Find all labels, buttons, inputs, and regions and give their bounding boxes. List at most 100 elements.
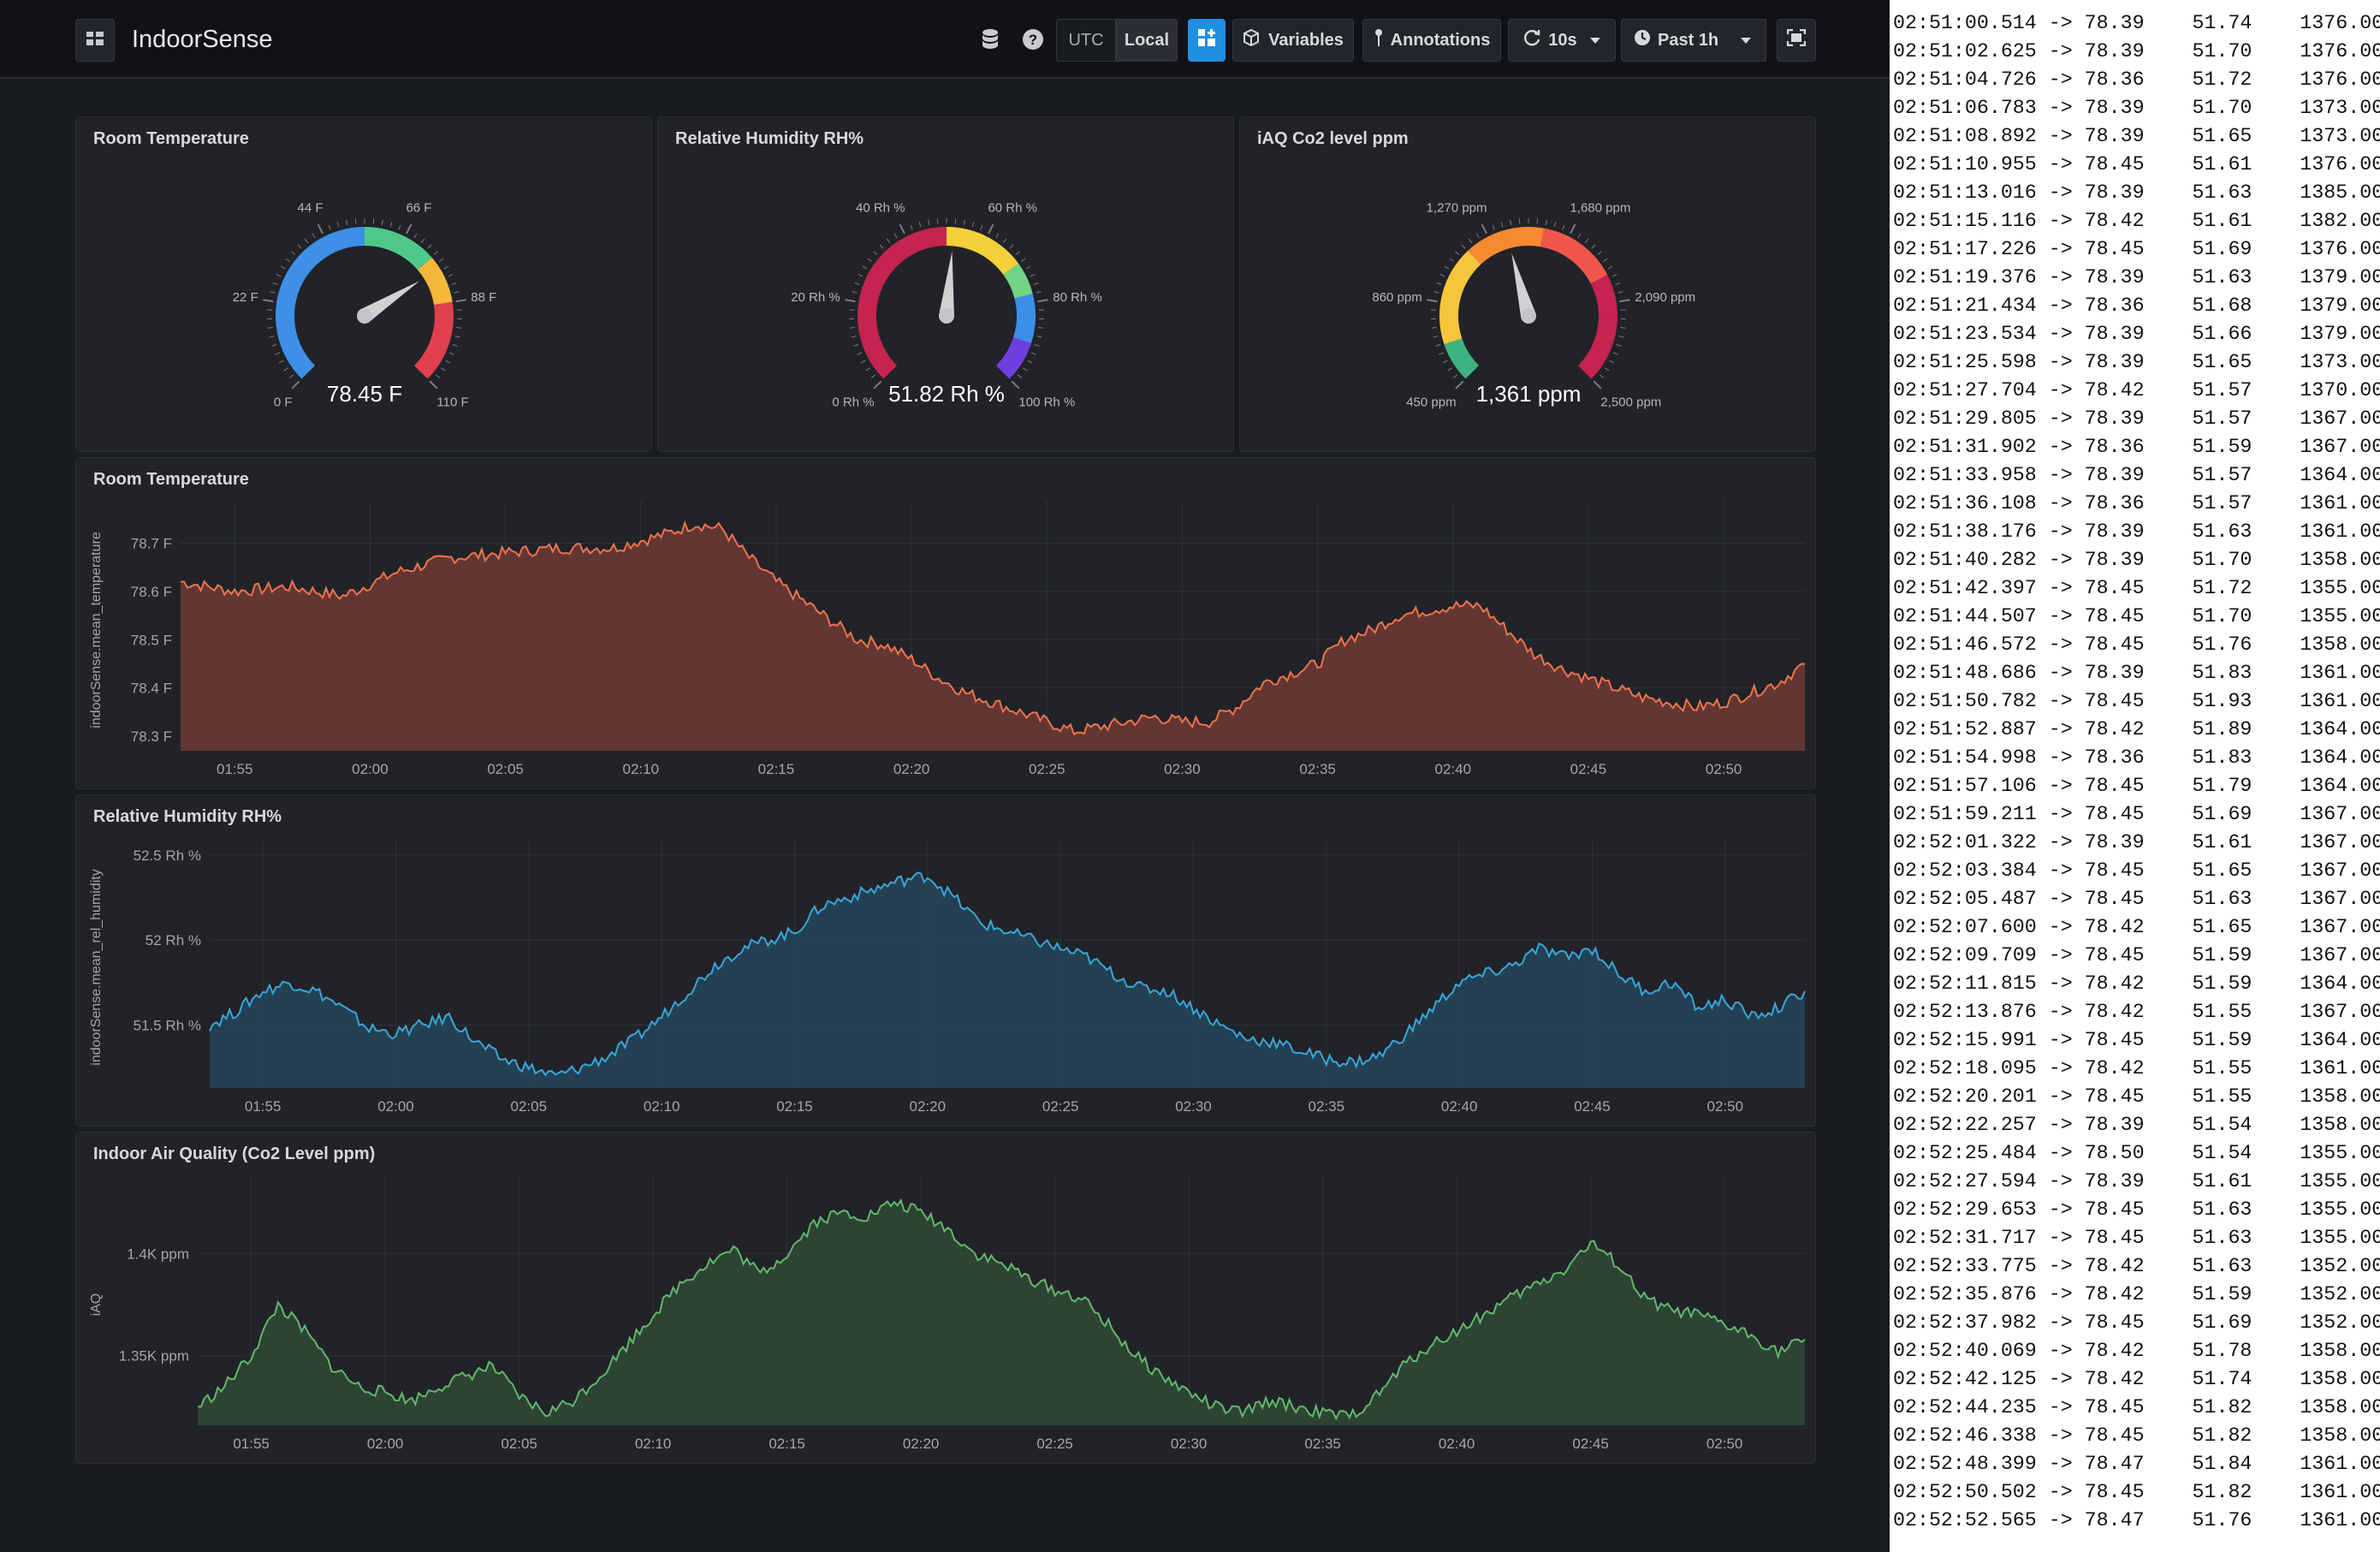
log-line: 02:52:42.125 -> 78.42 51.74 1358.00 [1893, 1368, 2380, 1390]
gauge-tick-mark [1036, 336, 1042, 338]
gauge-tick-mark [1468, 238, 1473, 243]
gauge-tick-mark [1455, 380, 1464, 389]
help-icon[interactable]: ? [1022, 28, 1044, 55]
top-navbar: IndoorSense ? UTC Local Variables Annota… [0, 0, 1890, 79]
log-line: 02:52:15.991 -> 78.45 51.59 1364.00 [1893, 1029, 2380, 1051]
x-tick-label: 02:10 [622, 761, 659, 777]
variables-button[interactable]: Variables [1232, 19, 1354, 62]
gauge-threshold-segment [1012, 294, 1036, 344]
gauge-tick-mark [435, 374, 441, 379]
local-toggle-button[interactable]: Local [1116, 19, 1178, 62]
refresh-interval-button[interactable]: 10s [1508, 19, 1616, 62]
gauge-tick-mark [865, 367, 870, 372]
gauge-tick-mark [280, 265, 286, 270]
log-line: 02:52:03.384 -> 78.45 51.65 1367.00 [1893, 859, 2380, 882]
gauge-tick-mark [1027, 360, 1033, 364]
gauge-value: 51.82 Rh % [888, 381, 1005, 407]
variables-label: Variables [1268, 30, 1344, 50]
log-line: 02:52:33.775 -> 78.42 51.63 1352.00 [1893, 1255, 2380, 1277]
humidity-gauge: 0 Rh % 20 Rh % 40 Rh % 60 Rh % 80 Rh % 100 Rh… [791, 200, 1102, 409]
gauge-tick-mark [1444, 265, 1450, 270]
utc-toggle-button[interactable]: UTC [1056, 19, 1116, 62]
log-line: 02:51:02.625 -> 78.39 51.70 1376.00 [1893, 40, 2380, 62]
gauge-tick-mark [1023, 367, 1028, 372]
x-tick-label: 02:35 [1299, 761, 1336, 777]
log-line: 02:52:29.653 -> 78.45 51.63 1355.00 [1893, 1198, 2380, 1221]
y-tick-label: 51.5 Rh % [134, 1018, 201, 1034]
x-tick-label: 02:15 [776, 1098, 813, 1115]
temperature-chart: indoorSense.mean_temperature 78.3 F 78.4 F… [89, 501, 1806, 777]
gauge-needle [1511, 253, 1536, 318]
time-range-chevron-icon [1740, 31, 1752, 51]
gauge-tick-label: 110 F [436, 395, 468, 409]
x-tick-label: 02:10 [644, 1098, 680, 1115]
gauge-tick-mark [429, 380, 438, 389]
log-line: 02:51:50.782 -> 78.45 51.93 1361.00 [1893, 690, 2380, 712]
log-line: 02:51:29.805 -> 78.39 51.57 1367.00 [1893, 407, 2380, 430]
x-tick-label: 02:30 [1164, 761, 1201, 777]
gauge-tick-mark [879, 244, 884, 249]
gauge-tick-mark [1553, 222, 1557, 228]
chevron-down-icon [1589, 31, 1601, 51]
gauge-threshold-segment [995, 337, 1031, 379]
gauge-tick-mark [285, 258, 290, 262]
log-line: 02:52:05.487 -> 78.45 51.63 1367.00 [1893, 888, 2380, 910]
gauge-tick-mark [433, 251, 438, 255]
timeseries-panel-temperature[interactable]: Room Temperature indoorSense.mean_temper… [75, 457, 1816, 789]
gauge-tick-mark [1577, 233, 1582, 239]
gauge-threshold-segment [365, 227, 432, 271]
database-icon[interactable] [981, 28, 1000, 55]
gauge-panel-humidity[interactable]: Relative Humidity RH% 0 Rh % 20 Rh % 40 Rh… [657, 116, 1234, 452]
fullscreen-button[interactable] [1777, 19, 1816, 62]
gauge-value: 78.45 F [327, 381, 402, 407]
gauge-tick-mark [283, 367, 288, 372]
gauge-tick-mark [899, 223, 905, 235]
gauge-tick-mark [1442, 360, 1448, 364]
time-range-label: Past 1h [1658, 30, 1719, 50]
gauge-tick-mark [381, 219, 383, 226]
gauge-threshold-segment [1439, 250, 1481, 345]
dashboard-menu-icon [86, 31, 104, 51]
x-tick-label: 02:00 [352, 761, 389, 777]
x-tick-label: 01:55 [233, 1436, 270, 1452]
x-tick-label: 02:25 [1029, 761, 1065, 777]
gauge-panel-co2[interactable]: iAQ Co2 level ppm 450 ppm 860 ppm 1,270 pp… [1239, 116, 1816, 452]
gauge-tick-mark [456, 327, 462, 329]
gauge-tick-mark [1616, 343, 1622, 347]
log-line: 02:52:50.502 -> 78.45 51.82 1361.00 [1893, 1481, 2380, 1503]
add-panel-button[interactable] [1188, 19, 1226, 62]
x-tick-label: 02:20 [903, 1436, 940, 1452]
gauge-panel-temperature[interactable]: Room Temperature 0 F 22 F 44 F 66 F 88 F 110 … [75, 116, 652, 452]
add-panel-icon [1197, 28, 1216, 52]
log-line: 02:51:23.534 -> 78.39 51.66 1379.00 [1893, 323, 2380, 345]
log-line: 02:51:31.902 -> 78.36 51.59 1367.00 [1893, 436, 2380, 458]
time-range-dropdown-button[interactable] [1725, 19, 1766, 62]
gauge-tick-mark [1030, 352, 1036, 355]
local-label: Local [1124, 30, 1170, 50]
gauge-tick-mark [398, 224, 401, 230]
gauge-tick-mark [853, 343, 859, 347]
gauge-tick-mark [448, 274, 454, 277]
log-line: 02:51:00.514 -> 78.39 51.74 1376.00 [1893, 12, 2380, 34]
gauge-tick-mark [1449, 258, 1454, 262]
log-line: 02:51:13.016 -> 78.39 51.63 1385.00 [1893, 181, 2380, 204]
gauge-needle-hub [357, 308, 372, 324]
x-tick-label: 01:55 [245, 1098, 282, 1115]
gauge-tick-label: 44 F [298, 200, 323, 215]
timeseries-panel-co2[interactable]: Indoor Air Quality (Co2 Level ppm) iAQ 1.… [75, 1132, 1816, 1464]
log-line: 02:51:46.572 -> 78.45 51.76 1358.00 [1893, 633, 2380, 656]
gauge-tick-mark [304, 238, 309, 243]
gauge-tick-label: 40 Rh % [856, 200, 905, 215]
gauge-threshold-segment [276, 227, 365, 379]
refresh-interval-label: 10s [1548, 30, 1577, 50]
gauge-tick-mark [427, 244, 432, 249]
annotations-button[interactable]: Annotations [1362, 19, 1501, 62]
serial-monitor-log[interactable]: 02:50:58.452 -> 78.39 51.74 1376.00 02:5… [1890, 0, 2380, 1552]
dashboard-menu-button[interactable] [75, 19, 115, 62]
gauge-tick-mark [1615, 282, 1621, 285]
dashboard-title[interactable]: IndoorSense [132, 26, 272, 54]
timeseries-panel-humidity[interactable]: Relative Humidity RH% indoorSense.mean_r… [75, 794, 1816, 1127]
gauge-tick-label: 0 Rh % [832, 395, 874, 409]
x-tick-label: 02:45 [1570, 761, 1607, 777]
gauge-value: 1,361 ppm [1476, 381, 1582, 407]
